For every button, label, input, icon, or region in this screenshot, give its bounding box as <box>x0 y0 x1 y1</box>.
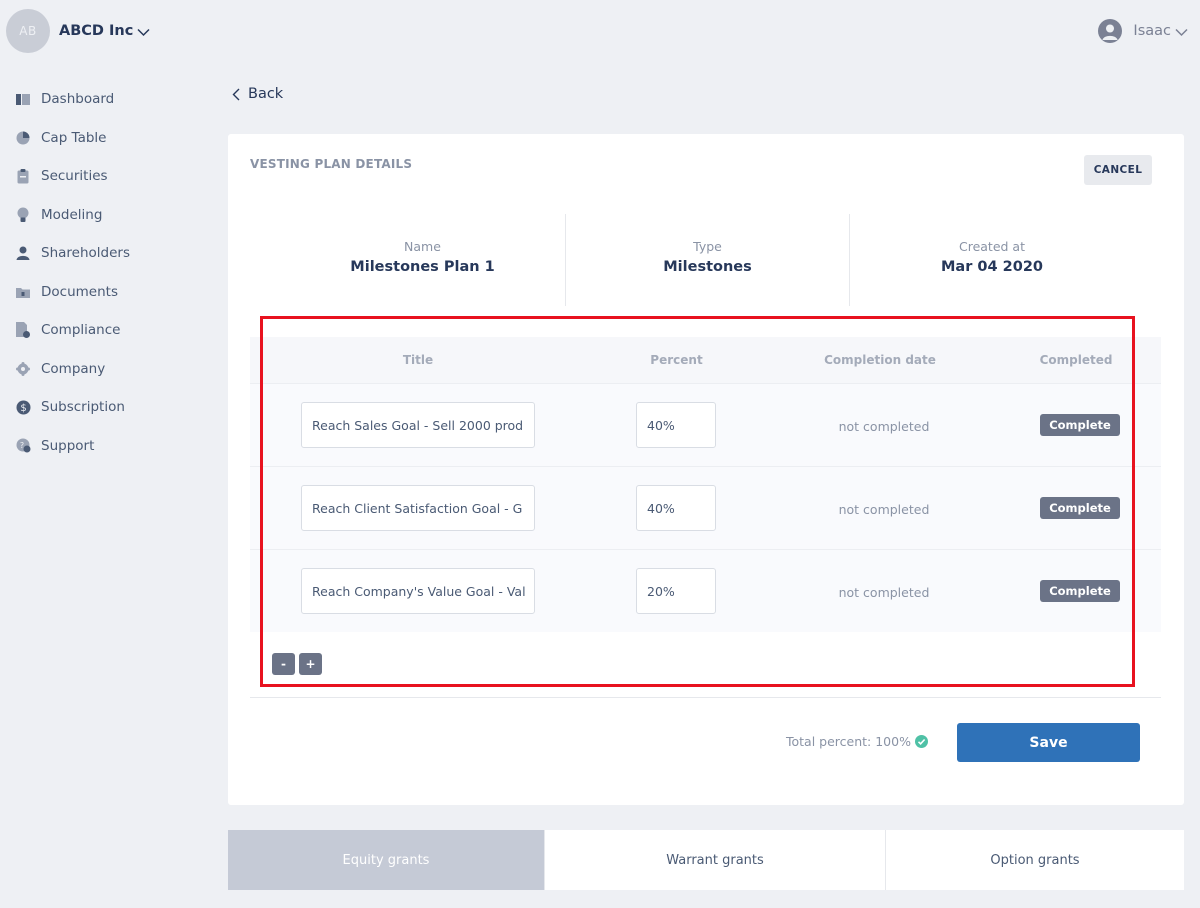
plan-info: Name Milestones Plan 1 Type Milestones C… <box>280 214 1134 306</box>
clipboard-icon <box>14 168 32 184</box>
complete-button[interactable]: Complete <box>1040 497 1120 519</box>
column-header-title: Title <box>402 353 434 367</box>
sidebar-item-securities[interactable]: Securities <box>14 157 204 196</box>
sidebar-item-support[interactable]: ? Support <box>14 427 204 466</box>
cog-icon <box>14 361 32 377</box>
company-name: ABCD Inc <box>59 23 134 39</box>
sidebar-item-cap-table[interactable]: Cap Table <box>14 119 204 158</box>
sidebar-item-company[interactable]: Company <box>14 350 204 389</box>
milestone-title-input[interactable]: Reach Company's Value Goal - Val <box>301 568 535 614</box>
table-row: Reach Company's Value Goal - Val 20% not… <box>250 549 1161 632</box>
milestones-table: Title Percent Completion date Completed … <box>250 337 1161 632</box>
row-controls: - + <box>272 653 326 675</box>
sidebar-item-label: Subscription <box>41 399 125 416</box>
plan-name-value: Milestones Plan 1 <box>350 259 495 275</box>
plan-created-field: Created at Mar 04 2020 <box>849 214 1134 306</box>
company-switcher[interactable]: AB ABCD Inc <box>6 8 150 54</box>
sidebar-item-label: Shareholders <box>41 245 130 262</box>
dashboard-icon <box>14 91 32 107</box>
sidebar-item-label: Securities <box>41 168 108 185</box>
sidebar-item-label: Documents <box>41 283 118 300</box>
milestone-percent-input[interactable]: 40% <box>636 402 716 448</box>
sidebar-item-label: Company <box>41 360 106 377</box>
folder-icon <box>14 284 32 300</box>
sidebar-item-label: Cap Table <box>41 129 107 146</box>
milestone-title-input[interactable]: Reach Client Satisfaction Goal - G <box>301 485 535 531</box>
milestone-percent-input[interactable]: 20% <box>636 568 716 614</box>
total-percent-text: Total percent: 100% <box>786 734 911 749</box>
table-header: Title Percent Completion date Completed <box>250 337 1161 383</box>
tab-equity-grants[interactable]: Equity grants <box>228 830 544 890</box>
plan-type-field: Type Milestones <box>565 214 849 306</box>
column-header-completed: Completed <box>1039 353 1113 367</box>
add-row-button[interactable]: + <box>299 653 322 675</box>
sidebar-item-compliance[interactable]: Compliance <box>14 311 204 350</box>
tab-warrant-grants[interactable]: Warrant grants <box>544 830 885 890</box>
grant-tabs: Equity grants Warrant grants Option gran… <box>228 830 1184 890</box>
chevron-left-icon <box>232 88 240 100</box>
sidebar-item-modeling[interactable]: Modeling <box>14 196 204 235</box>
total-percent: Total percent: 100% <box>786 734 928 749</box>
sidebar: Dashboard Cap Table Securities Modeling … <box>14 80 204 465</box>
plan-created-value: Mar 04 2020 <box>941 259 1043 275</box>
user-name: Isaac <box>1133 23 1171 39</box>
dollar-icon: $ <box>14 399 32 415</box>
plan-type-value: Milestones <box>663 259 752 275</box>
user-avatar-icon <box>1098 19 1123 43</box>
sidebar-item-label: Dashboard <box>41 91 115 108</box>
back-label: Back <box>248 86 284 102</box>
sidebar-item-shareholders[interactable]: Shareholders <box>14 234 204 273</box>
plan-type-label: Type <box>693 239 722 254</box>
back-link[interactable]: Back <box>232 86 283 102</box>
divider <box>250 697 1161 698</box>
sidebar-item-label: Support <box>41 437 95 454</box>
table-row: Reach Client Satisfaction Goal - G 40% n… <box>250 466 1161 549</box>
sidebar-item-label: Modeling <box>41 206 103 223</box>
column-header-completion-date: Completion date <box>824 353 936 367</box>
chevron-down-icon <box>1175 22 1188 41</box>
sidebar-item-label: Compliance <box>41 322 121 339</box>
milestone-title-input[interactable]: Reach Sales Goal - Sell 2000 prod <box>301 402 535 448</box>
plan-name-field: Name Milestones Plan 1 <box>280 214 565 306</box>
complete-button[interactable]: Complete <box>1040 580 1120 602</box>
svg-text:$: $ <box>20 403 26 414</box>
remove-row-button[interactable]: - <box>272 653 295 675</box>
lightbulb-icon <box>14 207 32 223</box>
company-avatar: AB <box>6 9 50 53</box>
completion-date-text: not completed <box>838 584 930 600</box>
help-icon: ? <box>14 438 32 454</box>
complete-button[interactable]: Complete <box>1040 414 1120 436</box>
pie-chart-icon <box>14 130 32 146</box>
completion-date-text: not completed <box>838 418 930 434</box>
card-title: VESTING PLAN DETAILS <box>250 157 413 171</box>
save-button[interactable]: Save <box>957 723 1140 762</box>
plan-name-label: Name <box>404 239 441 254</box>
tab-option-grants[interactable]: Option grants <box>885 830 1184 890</box>
cancel-button[interactable]: CANCEL <box>1084 155 1152 185</box>
document-check-icon <box>14 322 32 339</box>
sidebar-item-documents[interactable]: Documents <box>14 273 204 312</box>
chevron-down-icon <box>137 22 150 41</box>
plan-created-label: Created at <box>958 239 1025 254</box>
user-menu[interactable]: Isaac <box>1098 19 1188 43</box>
svg-text:?: ? <box>19 441 23 450</box>
milestone-percent-input[interactable]: 40% <box>636 485 716 531</box>
person-icon <box>14 245 32 261</box>
completion-date-text: not completed <box>838 501 930 517</box>
sidebar-item-dashboard[interactable]: Dashboard <box>14 80 204 119</box>
column-header-percent: Percent <box>650 353 703 367</box>
check-circle-icon <box>914 735 928 748</box>
vesting-plan-card: VESTING PLAN DETAILS CANCEL Name Milesto… <box>228 134 1184 805</box>
table-row: Reach Sales Goal - Sell 2000 prod 40% no… <box>250 383 1161 466</box>
sidebar-item-subscription[interactable]: $ Subscription <box>14 388 204 427</box>
